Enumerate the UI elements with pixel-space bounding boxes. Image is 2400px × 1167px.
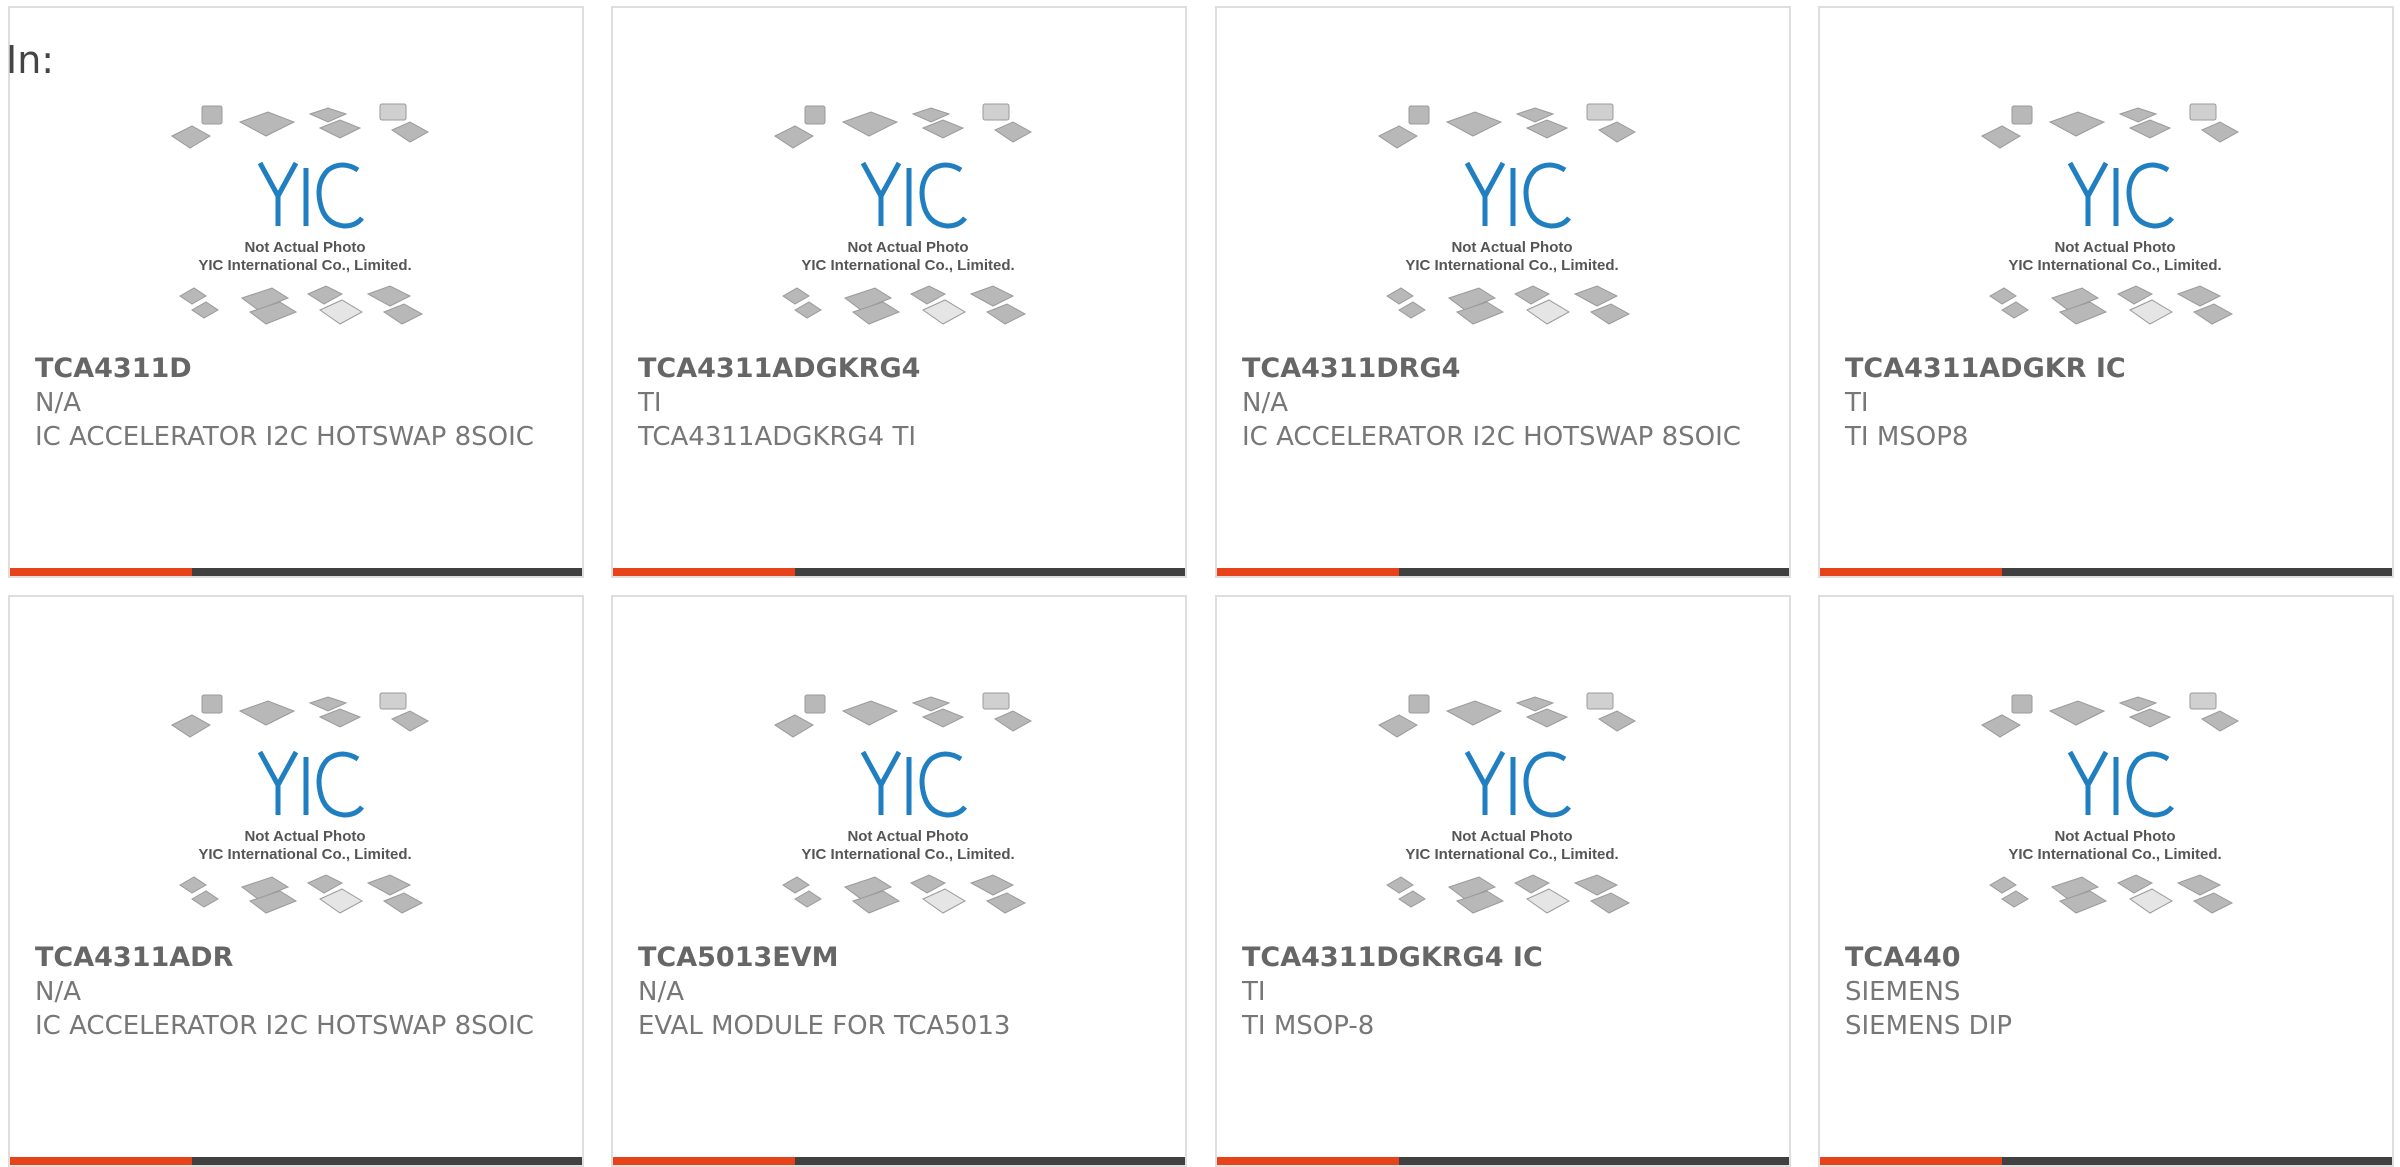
product-card[interactable]: Not Actual Photo YIC International Co., …	[8, 6, 584, 578]
description-text: IC ACCELERATOR I2C HOTSWAP 8SOIC	[35, 1011, 534, 1041]
not-actual-photo-text: Not Actual Photo	[1451, 239, 1572, 256]
part-number-link[interactable]: TCA4311ADGKR IC	[1845, 352, 2372, 386]
manufacturer-text: N/A	[35, 977, 81, 1007]
product-image-placeholder[interactable]: Not Actual Photo YIC International Co., …	[170, 687, 440, 937]
not-actual-photo-text: Not Actual Photo	[244, 828, 365, 845]
not-actual-photo-text: Not Actual Photo	[244, 239, 365, 256]
part-number-link[interactable]: TCA4311D	[35, 352, 562, 386]
manufacturer-text: SIEMENS	[1845, 977, 1961, 1007]
company-name-text: YIC International Co., Limited.	[801, 846, 1014, 863]
product-card[interactable]: Not Actual Photo YIC International Co., …	[8, 595, 584, 1167]
product-card[interactable]: Not Actual Photo YIC International Co., …	[611, 6, 1187, 578]
manufacturer-text: TI	[1845, 388, 1869, 418]
card-bottom-bar	[1820, 568, 2392, 576]
card-bottom-bar	[613, 568, 1185, 576]
description-text: TI MSOP8	[1845, 422, 1969, 452]
company-name-text: YIC International Co., Limited.	[198, 846, 411, 863]
description-text: TCA4311ADGKRG4 TI	[638, 422, 917, 452]
description-text: IC ACCELERATOR I2C HOTSWAP 8SOIC	[1242, 422, 1741, 452]
product-card[interactable]: Not Actual Photo YIC International Co., …	[1215, 6, 1791, 578]
product-image-placeholder[interactable]: Not Actual Photo YIC International Co., …	[1377, 687, 1647, 937]
card-bottom-bar	[1820, 1157, 2392, 1165]
not-actual-photo-text: Not Actual Photo	[847, 239, 968, 256]
card-bottom-bar	[613, 1157, 1185, 1165]
manufacturer-text: N/A	[638, 977, 684, 1007]
product-card[interactable]: Not Actual Photo YIC International Co., …	[611, 595, 1187, 1167]
product-image-placeholder[interactable]: Not Actual Photo YIC International Co., …	[1980, 687, 2250, 937]
company-name-text: YIC International Co., Limited.	[1405, 257, 1618, 274]
description-text: IC ACCELERATOR I2C HOTSWAP 8SOIC	[35, 422, 534, 452]
card-bottom-bar	[10, 568, 582, 576]
card-bottom-bar	[10, 1157, 582, 1165]
not-actual-photo-text: Not Actual Photo	[2054, 828, 2175, 845]
description-text: EVAL MODULE FOR TCA5013	[638, 1011, 1011, 1041]
product-image-placeholder[interactable]: Not Actual Photo YIC International Co., …	[773, 687, 1043, 937]
manufacturer-text: TI	[638, 388, 662, 418]
card-bottom-bar	[1217, 568, 1789, 576]
product-image-placeholder[interactable]: Not Actual Photo YIC International Co., …	[1980, 98, 2250, 348]
company-name-text: YIC International Co., Limited.	[2008, 257, 2221, 274]
product-card[interactable]: Not Actual Photo YIC International Co., …	[1215, 595, 1791, 1167]
card-bottom-bar	[1217, 1157, 1789, 1165]
results-in-label: In:	[6, 38, 55, 82]
company-name-text: YIC International Co., Limited.	[198, 257, 411, 274]
company-name-text: YIC International Co., Limited.	[2008, 846, 2221, 863]
manufacturer-text: TI	[1242, 977, 1266, 1007]
company-name-text: YIC International Co., Limited.	[801, 257, 1014, 274]
not-actual-photo-text: Not Actual Photo	[847, 828, 968, 845]
part-number-link[interactable]: TCA4311DGKRG4 IC	[1242, 941, 1769, 975]
manufacturer-text: N/A	[1242, 388, 1288, 418]
part-number-link[interactable]: TCA4311DRG4	[1242, 352, 1769, 386]
part-number-link[interactable]: TCA5013EVM	[638, 941, 1165, 975]
product-card[interactable]: Not Actual Photo YIC International Co., …	[1818, 6, 2394, 578]
not-actual-photo-text: Not Actual Photo	[2054, 239, 2175, 256]
product-image-placeholder[interactable]: Not Actual Photo YIC International Co., …	[773, 98, 1043, 348]
part-number-link[interactable]: TCA4311ADR	[35, 941, 562, 975]
product-image-placeholder[interactable]: Not Actual Photo YIC International Co., …	[1377, 98, 1647, 348]
not-actual-photo-text: Not Actual Photo	[1451, 828, 1572, 845]
part-number-link[interactable]: TCA440	[1845, 941, 2372, 975]
product-grid: Not Actual Photo YIC International Co., …	[0, 0, 2400, 1167]
description-text: SIEMENS DIP	[1845, 1011, 2013, 1041]
description-text: TI MSOP-8	[1242, 1011, 1375, 1041]
product-card[interactable]: Not Actual Photo YIC International Co., …	[1818, 595, 2394, 1167]
product-image-placeholder[interactable]: Not Actual Photo YIC International Co., …	[170, 98, 440, 348]
part-number-link[interactable]: TCA4311ADGKRG4	[638, 352, 1165, 386]
company-name-text: YIC International Co., Limited.	[1405, 846, 1618, 863]
manufacturer-text: N/A	[35, 388, 81, 418]
